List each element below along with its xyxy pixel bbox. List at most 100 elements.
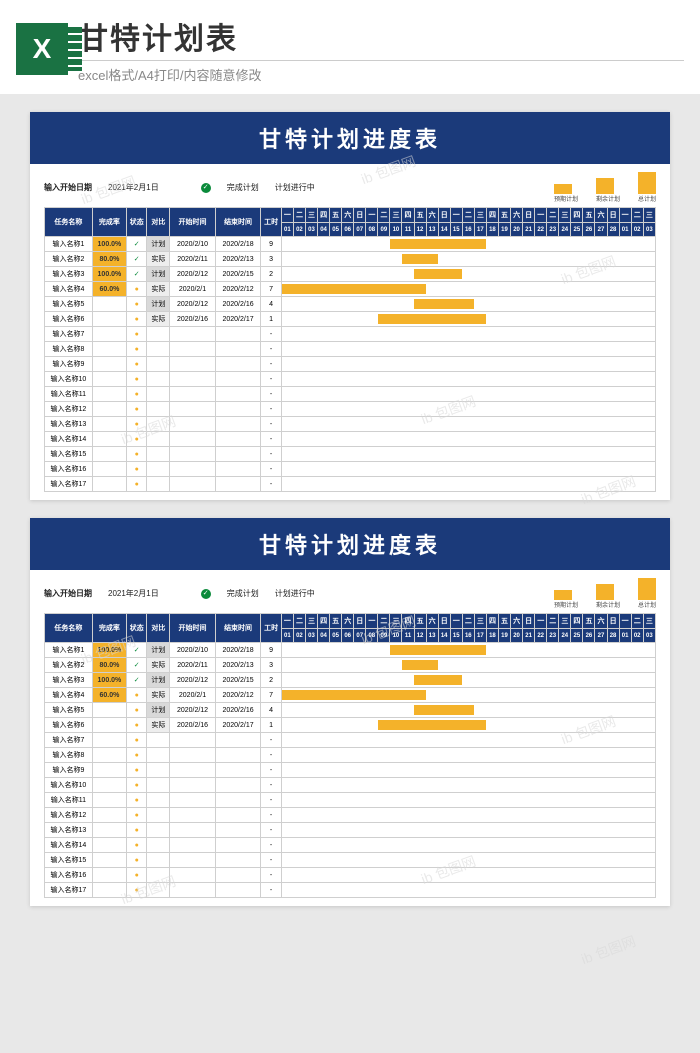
end bbox=[215, 838, 261, 853]
timeline-cell bbox=[281, 477, 655, 492]
status: ✓ bbox=[126, 673, 147, 688]
start: 2020/2/11 bbox=[170, 252, 216, 267]
start bbox=[170, 838, 216, 853]
status: ✓ bbox=[126, 658, 147, 673]
task-name: 输入名称16 bbox=[45, 868, 93, 883]
tag: 实际 bbox=[147, 688, 170, 703]
status: ● bbox=[126, 838, 147, 853]
col-header: 开始时间 bbox=[170, 208, 216, 237]
task-name: 输入名称17 bbox=[45, 883, 93, 898]
end bbox=[215, 327, 261, 342]
template-preview-2: 甘特计划进度表 输入开始日期 2021年2月1日 ✓ 完成计划 计划进行中 预期… bbox=[30, 518, 670, 906]
pct bbox=[92, 703, 126, 718]
timeline-cell bbox=[281, 643, 655, 658]
task-name: 输入名称7 bbox=[45, 733, 93, 748]
tag bbox=[147, 387, 170, 402]
task-name: 输入名称13 bbox=[45, 823, 93, 838]
col-header: 完成率 bbox=[92, 614, 126, 643]
dur: - bbox=[261, 778, 282, 793]
pct bbox=[92, 733, 126, 748]
pct: 100.0% bbox=[92, 237, 126, 252]
page-title: 甘特计划表 bbox=[78, 14, 684, 58]
col-header: 工时 bbox=[261, 614, 282, 643]
tag: 实际 bbox=[147, 658, 170, 673]
gantt-bar bbox=[414, 705, 474, 715]
status: ● bbox=[126, 748, 147, 763]
task-name: 输入名称2 bbox=[45, 252, 93, 267]
table-row: 输入名称13●- bbox=[45, 823, 656, 838]
task-name: 输入名称8 bbox=[45, 748, 93, 763]
tag bbox=[147, 808, 170, 823]
start bbox=[170, 763, 216, 778]
pct: 100.0% bbox=[92, 673, 126, 688]
status: ● bbox=[126, 883, 147, 898]
task-name: 输入名称10 bbox=[45, 778, 93, 793]
table-row: 输入名称3100.0%✓计划2020/2/122020/2/152 bbox=[45, 673, 656, 688]
pct bbox=[92, 477, 126, 492]
table-row: 输入名称14●- bbox=[45, 432, 656, 447]
legend-progress: 计划进行中 bbox=[275, 182, 315, 193]
dur: 9 bbox=[261, 643, 282, 658]
end bbox=[215, 763, 261, 778]
table-row: 输入名称1100.0%✓计划2020/2/102020/2/189 bbox=[45, 643, 656, 658]
end bbox=[215, 477, 261, 492]
dur: - bbox=[261, 793, 282, 808]
table-row: 输入名称6●实际2020/2/162020/2/171 bbox=[45, 718, 656, 733]
table-row: 输入名称12●- bbox=[45, 402, 656, 417]
timeline-cell bbox=[281, 808, 655, 823]
end bbox=[215, 883, 261, 898]
status: ● bbox=[126, 477, 147, 492]
end: 2020/2/16 bbox=[215, 703, 261, 718]
start bbox=[170, 342, 216, 357]
status: ● bbox=[126, 372, 147, 387]
end bbox=[215, 823, 261, 838]
pct bbox=[92, 793, 126, 808]
col-header: 任务名称 bbox=[45, 208, 93, 237]
timeline-cell bbox=[281, 823, 655, 838]
pct: 60.0% bbox=[92, 282, 126, 297]
table-row: 输入名称14●- bbox=[45, 838, 656, 853]
check-icon: ✓ bbox=[201, 183, 211, 193]
timeline-cell bbox=[281, 327, 655, 342]
start: 2020/2/12 bbox=[170, 297, 216, 312]
table-row: 输入名称280.0%✓实际2020/2/112020/2/133 bbox=[45, 252, 656, 267]
timeline-cell bbox=[281, 447, 655, 462]
timeline-cell bbox=[281, 688, 655, 703]
status: ● bbox=[126, 718, 147, 733]
task-name: 输入名称1 bbox=[45, 237, 93, 252]
tag bbox=[147, 372, 170, 387]
status: ● bbox=[126, 282, 147, 297]
watermark: ib 包图网 bbox=[578, 931, 638, 969]
status: ● bbox=[126, 778, 147, 793]
end bbox=[215, 808, 261, 823]
end: 2020/2/17 bbox=[215, 718, 261, 733]
dur: - bbox=[261, 733, 282, 748]
table-row: 输入名称6●实际2020/2/162020/2/171 bbox=[45, 312, 656, 327]
check-icon: ✓ bbox=[201, 589, 211, 599]
pct bbox=[92, 342, 126, 357]
end bbox=[215, 793, 261, 808]
task-name: 输入名称10 bbox=[45, 372, 93, 387]
page-header: X 甘特计划表 excel格式/A4打印/内容随意修改 bbox=[0, 0, 700, 94]
start bbox=[170, 327, 216, 342]
dur: - bbox=[261, 748, 282, 763]
start: 2020/2/16 bbox=[170, 312, 216, 327]
start bbox=[170, 372, 216, 387]
col-header: 状态 bbox=[126, 208, 147, 237]
gantt-bar bbox=[402, 254, 438, 264]
dur: 4 bbox=[261, 703, 282, 718]
start: 2020/2/12 bbox=[170, 703, 216, 718]
pct: 100.0% bbox=[92, 643, 126, 658]
status: ● bbox=[126, 823, 147, 838]
status: ● bbox=[126, 793, 147, 808]
pct bbox=[92, 763, 126, 778]
timeline-cell bbox=[281, 417, 655, 432]
pct bbox=[92, 748, 126, 763]
tag: 计划 bbox=[147, 297, 170, 312]
pct bbox=[92, 417, 126, 432]
dur: 7 bbox=[261, 688, 282, 703]
end bbox=[215, 387, 261, 402]
start bbox=[170, 417, 216, 432]
start-date-value: 2021年2月1日 bbox=[108, 182, 159, 193]
status: ● bbox=[126, 447, 147, 462]
